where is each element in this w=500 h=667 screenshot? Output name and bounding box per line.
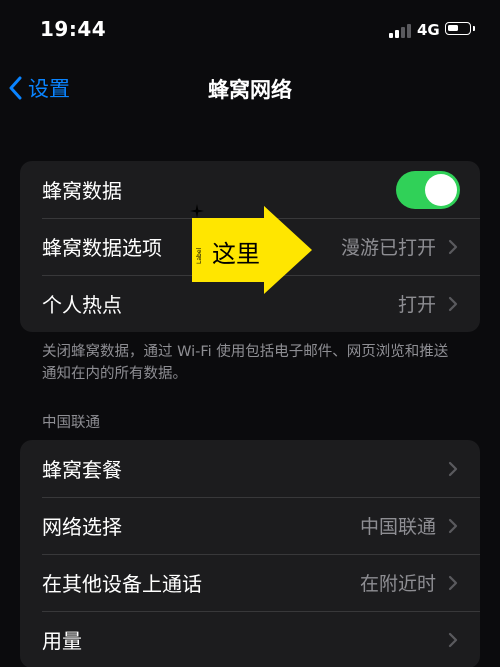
chevron-right-icon (448, 461, 458, 476)
battery-cap (473, 26, 475, 31)
cellular-signal-icon (389, 24, 411, 38)
row-network-selection[interactable]: 网络选择 中国联通 (20, 497, 480, 554)
row-cellular-plan[interactable]: 蜂窝套餐 (20, 440, 480, 497)
chevron-right-icon (448, 296, 458, 311)
battery-level-fill (448, 25, 458, 31)
cellular-data-toggle[interactable] (396, 170, 460, 209)
sparkle-icon (190, 204, 204, 218)
cellular-data-footnote: 关闭蜂窝数据，通过 Wi-Fi 使用包括电子邮件、网页浏览和推送通知在内的所有数… (42, 344, 449, 382)
row-value: 在附近时 (359, 573, 436, 595)
page-title: 蜂窝网络 (208, 78, 292, 102)
chevron-right-icon (448, 575, 458, 590)
row-value: 漫游已打开 (340, 237, 436, 259)
chevron-right-icon (448, 518, 458, 533)
chevron-right-icon (448, 239, 458, 254)
row-label: 蜂窝数据 (42, 179, 122, 203)
row-value: 中国联通 (359, 516, 436, 538)
row-label: 蜂窝套餐 (42, 458, 122, 482)
annotation-text: 这里 (212, 240, 260, 268)
row-usage[interactable]: 用量 (20, 611, 480, 667)
network-type-label: 4G (417, 21, 440, 39)
status-bar: 19:44 4G (0, 0, 500, 60)
battery-icon (445, 22, 471, 35)
chevron-right-icon (448, 632, 458, 647)
row-calls-on-other-devices[interactable]: 在其他设备上通话 在附近时 (20, 554, 480, 611)
toggle-knob (425, 173, 457, 206)
annotation-small-label: Label (196, 247, 203, 264)
status-time: 19:44 (40, 17, 107, 41)
row-label: 在其他设备上通话 (42, 572, 202, 596)
cellular-settings-screen: 19:44 4G 设置 蜂窝网络 蜂窝数据 蜂窝数据选项 漫游已打开 个人热点 … (0, 0, 500, 667)
row-label: 网络选择 (42, 515, 122, 539)
annotation-arrow: Label 这里 (190, 204, 314, 296)
carrier-section-header: 中国联通 (42, 415, 100, 431)
carrier-group: 蜂窝套餐 网络选择 中国联通 在其他设备上通话 在附近时 用量 (20, 440, 480, 667)
row-label: 用量 (42, 629, 82, 653)
row-value: 打开 (397, 294, 436, 316)
